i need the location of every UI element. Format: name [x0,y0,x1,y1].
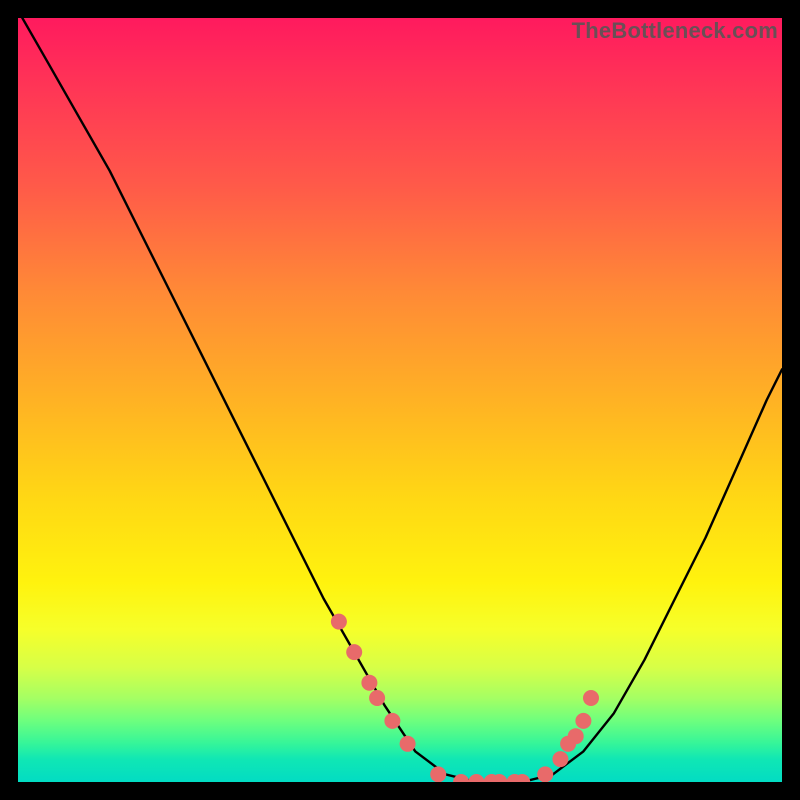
data-point [537,766,553,782]
data-point [369,690,385,706]
bottleneck-curve [18,18,782,782]
chart-frame: TheBottleneck.com [0,0,800,800]
data-point [430,766,446,782]
data-point [361,675,377,691]
data-point [346,644,362,660]
data-point [568,728,584,744]
data-point [384,713,400,729]
data-point [468,774,484,782]
plot-area: TheBottleneck.com [18,18,782,782]
data-point [583,690,599,706]
data-point [331,614,347,630]
data-point [575,713,591,729]
data-point-markers [331,614,599,782]
data-point [400,736,416,752]
chart-svg [18,18,782,782]
data-point [453,774,469,782]
data-point [552,751,568,767]
